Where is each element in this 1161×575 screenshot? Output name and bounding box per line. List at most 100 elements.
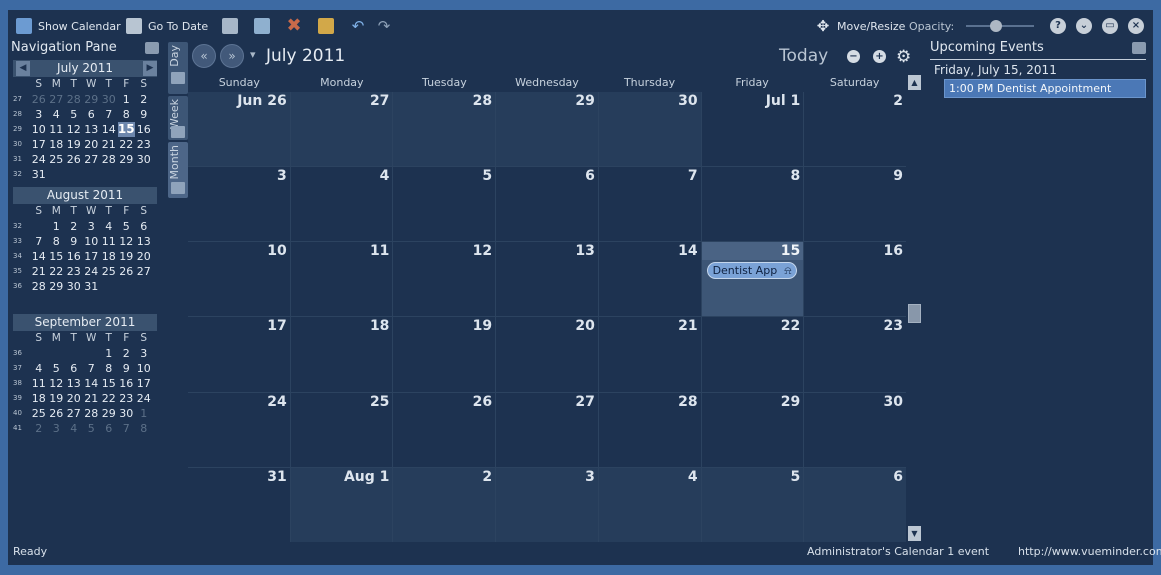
day-cell[interactable]: 28	[598, 392, 701, 467]
mini-day[interactable]: 12	[65, 122, 83, 137]
mini-day[interactable]: 11	[100, 234, 118, 249]
mini-day[interactable]: 6	[83, 107, 101, 122]
day-cell[interactable]: 30	[598, 92, 701, 167]
opacity-slider-thumb[interactable]	[990, 20, 1002, 32]
mini-day[interactable]: 29	[100, 406, 118, 421]
zoom-in-icon[interactable]: +	[873, 50, 886, 63]
day-cell[interactable]: 27	[290, 92, 393, 167]
day-cell[interactable]: 3	[188, 167, 290, 242]
day-cell[interactable]: 7	[598, 167, 701, 242]
scroll-down-icon[interactable]: ▼	[908, 526, 921, 541]
mini-day[interactable]: 3	[83, 219, 101, 234]
mini-day[interactable]: 3	[30, 107, 48, 122]
mini-day[interactable]: 28	[65, 92, 83, 107]
mini-day[interactable]: 11	[48, 122, 66, 137]
mini-day[interactable]: 10	[83, 234, 101, 249]
mini-day[interactable]: 30	[65, 279, 83, 294]
mini-day[interactable]: 13	[135, 234, 153, 249]
day-cell[interactable]: 8	[701, 167, 804, 242]
day-cell[interactable]: 27	[496, 392, 598, 467]
mini-day[interactable]: 3	[135, 346, 153, 361]
day-cell[interactable]: 28	[393, 92, 496, 167]
mini-day[interactable]: 5	[48, 361, 66, 376]
day-cell[interactable]: 6	[496, 167, 598, 242]
mini-day[interactable]: 26	[118, 264, 136, 279]
mini-day[interactable]: 5	[83, 421, 101, 436]
undo-icon[interactable]: ↶	[350, 18, 366, 34]
day-cell[interactable]: 24	[188, 392, 290, 467]
mini-day[interactable]: 3	[48, 421, 66, 436]
mini-day[interactable]: 6	[100, 421, 118, 436]
mini-day[interactable]: 16	[118, 376, 136, 391]
mini-day[interactable]: 15	[48, 249, 66, 264]
day-cell[interactable]: 20	[496, 317, 598, 392]
mini-day[interactable]: 11	[30, 376, 48, 391]
mini-day[interactable]: 21	[100, 137, 118, 152]
mini-day[interactable]: 7	[83, 361, 101, 376]
mini-day[interactable]: 22	[48, 264, 66, 279]
mini-day[interactable]: 13	[65, 376, 83, 391]
day-cell[interactable]: 5	[393, 167, 496, 242]
mini-day[interactable]: 29	[48, 279, 66, 294]
mini-day[interactable]: 28	[30, 279, 48, 294]
day-cell[interactable]: 3	[496, 467, 598, 542]
mini-day[interactable]: 4	[65, 421, 83, 436]
mini-day[interactable]: 8	[135, 421, 153, 436]
gear-icon[interactable]: ⚙	[896, 47, 911, 67]
mini-day[interactable]: 20	[83, 137, 101, 152]
mini-day[interactable]: 16	[135, 122, 153, 137]
mini-day[interactable]: 6	[65, 361, 83, 376]
close-icon[interactable]: ×	[1128, 18, 1144, 34]
mini-day[interactable]: 19	[65, 137, 83, 152]
tab-month[interactable]: Month	[168, 142, 188, 198]
save-icon[interactable]	[254, 18, 270, 34]
move-resize-button[interactable]: ✥ Move/Resize	[815, 16, 906, 36]
day-cell[interactable]: Aug 1	[290, 467, 393, 542]
day-cell[interactable]: 22	[701, 317, 804, 392]
pin-icon[interactable]	[1132, 42, 1146, 54]
mini-day[interactable]: 18	[48, 137, 66, 152]
day-cell[interactable]: 4	[290, 167, 393, 242]
day-cell[interactable]: 2	[804, 92, 906, 167]
mini-day[interactable]: 16	[65, 249, 83, 264]
day-cell[interactable]: 4	[598, 467, 701, 542]
mini-day[interactable]: 22	[118, 137, 136, 152]
day-cell[interactable]: 6	[804, 467, 906, 542]
mini-day[interactable]: 7	[118, 421, 136, 436]
mini-day[interactable]: 27	[65, 406, 83, 421]
day-cell[interactable]: 12	[393, 242, 496, 317]
mini-day[interactable]: 30	[135, 152, 153, 167]
mini-day[interactable]: 2	[118, 346, 136, 361]
mini-day[interactable]: 19	[48, 391, 66, 406]
mini-day[interactable]: 9	[65, 234, 83, 249]
chevron-down-icon[interactable]: ▾	[250, 48, 256, 61]
day-cell[interactable]: 29	[701, 392, 804, 467]
mini-day[interactable]: 1	[48, 219, 66, 234]
mini-day[interactable]: 23	[135, 137, 153, 152]
day-cell[interactable]: 2	[393, 467, 496, 542]
mini-day[interactable]: 28	[83, 406, 101, 421]
day-cell[interactable]: 18	[290, 317, 393, 392]
day-cell[interactable]: 10	[188, 242, 290, 317]
mini-day[interactable]: 2	[30, 421, 48, 436]
mini-day[interactable]: 18	[100, 249, 118, 264]
mini-day[interactable]: 6	[135, 219, 153, 234]
mini-day[interactable]: 27	[83, 152, 101, 167]
day-cell[interactable]: 26	[393, 392, 496, 467]
next-month-button[interactable]: »	[220, 44, 244, 68]
mini-day[interactable]: 9	[118, 361, 136, 376]
mini-day[interactable]: 23	[65, 264, 83, 279]
mini-day[interactable]: 21	[30, 264, 48, 279]
mini-day[interactable]: 10	[135, 361, 153, 376]
mini-day[interactable]: 31	[30, 167, 48, 182]
day-cell[interactable]: 30	[804, 392, 906, 467]
mini-day[interactable]: 2	[135, 92, 153, 107]
mini-day[interactable]: 28	[100, 152, 118, 167]
mini-day[interactable]: 7	[100, 107, 118, 122]
mini-day[interactable]: 15	[117, 122, 135, 137]
day-cell[interactable]: 9	[804, 167, 906, 242]
mini-day[interactable]: 19	[118, 249, 136, 264]
day-cell[interactable]: Jun 26	[188, 92, 290, 167]
mini-day[interactable]: 30	[118, 406, 136, 421]
mini-day[interactable]: 4	[30, 361, 48, 376]
